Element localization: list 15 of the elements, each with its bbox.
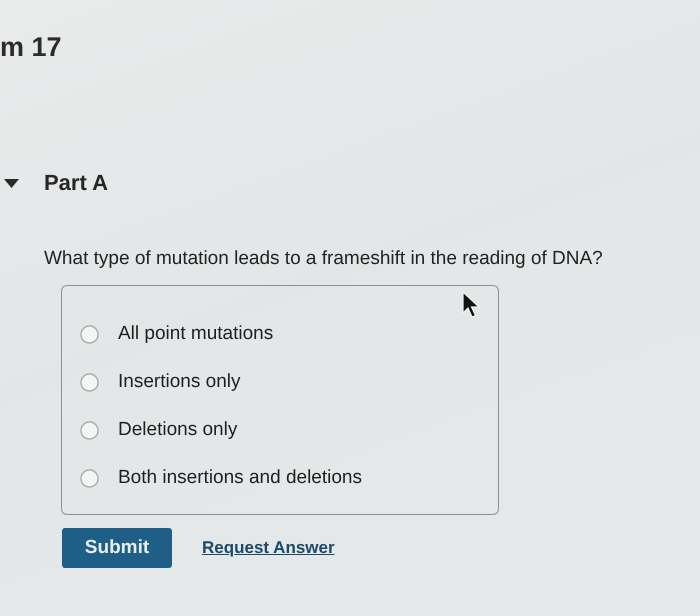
part-heading: Part A [44, 170, 108, 196]
option-label[interactable]: Both insertions and deletions [118, 467, 362, 489]
submit-button[interactable]: Submit [62, 528, 172, 568]
option-label[interactable]: Insertions only [118, 371, 241, 393]
radio-button[interactable] [80, 372, 99, 392]
option-label[interactable]: All point mutations [118, 323, 274, 345]
mouse-pointer-icon [462, 291, 482, 319]
request-answer-link[interactable]: Request Answer [202, 538, 335, 558]
question-text: What type of mutation leads to a frameshift in the reading of DNA? [44, 247, 603, 271]
caret-icon[interactable] [4, 178, 19, 188]
radio-button[interactable] [80, 420, 99, 440]
option-label[interactable]: Deletions only [118, 419, 238, 441]
radio-button[interactable] [80, 468, 99, 488]
radio-button[interactable] [80, 324, 99, 344]
page-title: m 17 [0, 32, 62, 62]
